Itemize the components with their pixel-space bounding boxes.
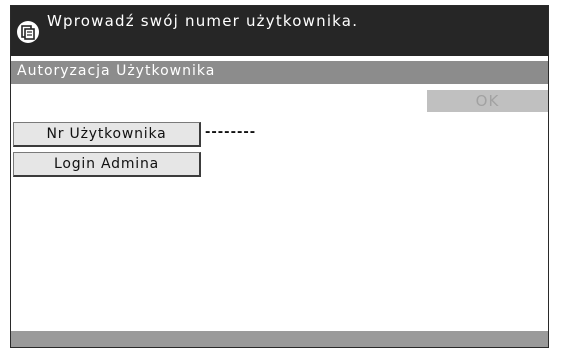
- auth-screen: Wprowadź swój numer użytkownika. Autoryz…: [10, 5, 549, 348]
- copier-icon: [17, 21, 39, 43]
- screen-title: Autoryzacja Użytkownika: [17, 63, 216, 79]
- message-bar: Wprowadź swój numer użytkownika.: [11, 6, 548, 56]
- ok-button[interactable]: OK: [427, 90, 548, 112]
- user-number-button[interactable]: Nr Użytkownika: [13, 122, 201, 147]
- user-number-value: --------: [205, 125, 257, 140]
- screen-title-bar: Autoryzacja Użytkownika: [11, 61, 548, 84]
- admin-login-button[interactable]: Login Admina: [13, 152, 201, 177]
- bottom-bar: [11, 331, 548, 347]
- message-text: Wprowadź swój numer użytkownika.: [47, 12, 359, 30]
